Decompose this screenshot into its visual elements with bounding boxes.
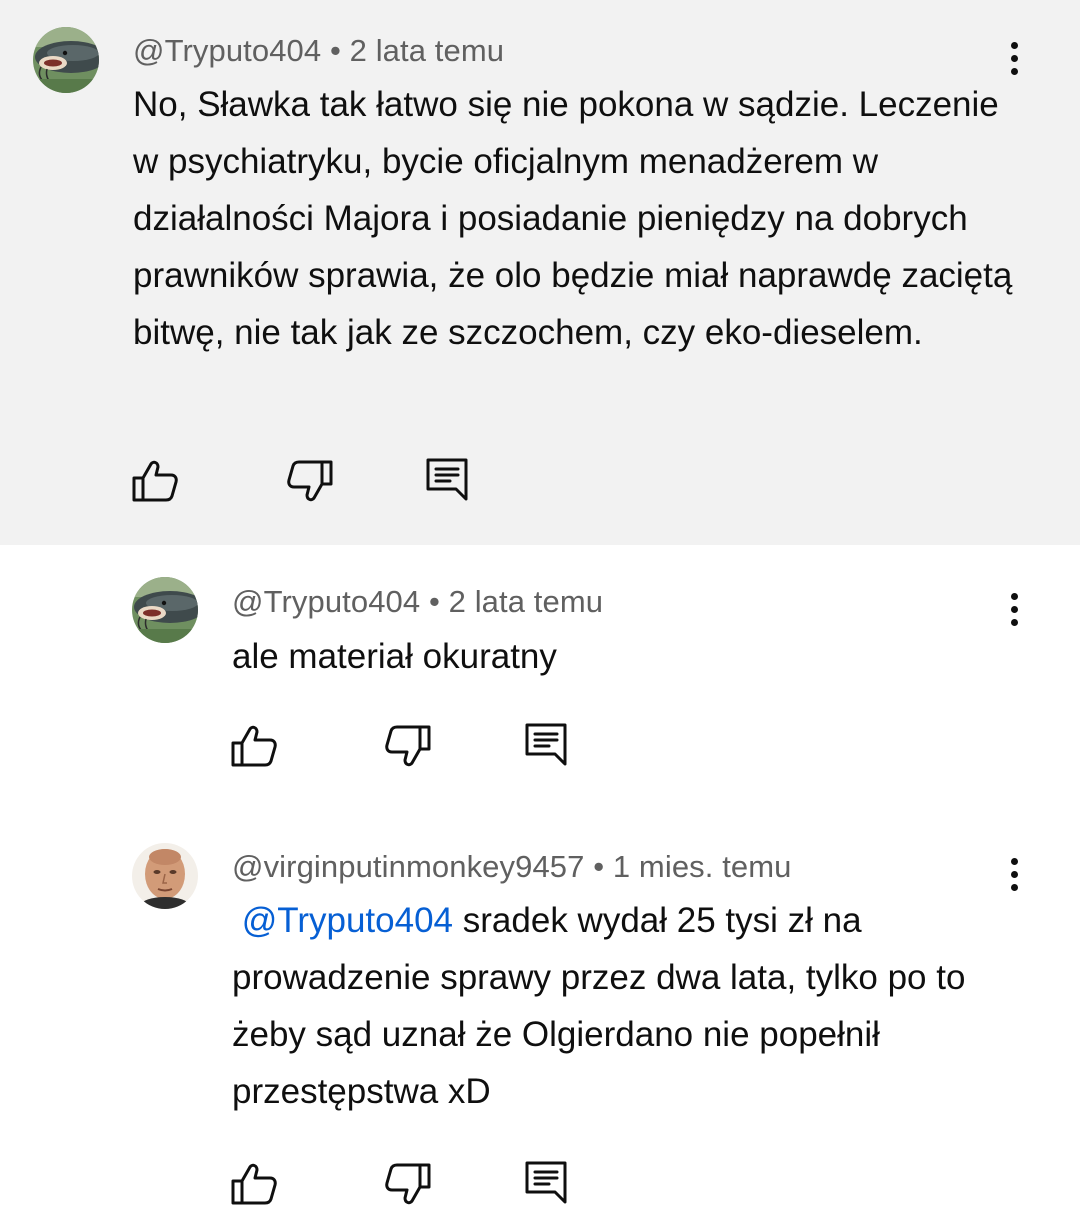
comment-time[interactable]: 2 lata temu (449, 584, 603, 619)
more-vert-icon-dot (1011, 871, 1018, 878)
more-vert-icon-dot (1011, 606, 1018, 613)
more-vert-icon (1011, 858, 1018, 865)
more-vert-icon-dot (1011, 884, 1018, 891)
thumbs-up-icon (131, 457, 179, 505)
dislike-button[interactable] (384, 1160, 432, 1208)
more-vert-icon-dot (1011, 55, 1018, 62)
meta-separator: • (428, 584, 440, 619)
reply-comment-icon (522, 720, 570, 768)
catfish-icon (132, 577, 198, 643)
avatar[interactable] (33, 27, 99, 93)
more-options-button[interactable] (999, 40, 1029, 80)
more-vert-icon-dot (1011, 68, 1018, 75)
comment-reply: @Tryputo404 • 2 lata temu ale materiał o… (0, 545, 1080, 810)
meta-separator: • (593, 849, 605, 884)
more-vert-icon-dot (1011, 619, 1018, 626)
mention-link[interactable]: @Tryputo404 (242, 901, 453, 940)
comment-meta: @Tryputo404 • 2 lata temu (133, 33, 504, 69)
comment-text: No, Sławka tak łatwo się nie pokona w są… (133, 85, 1013, 352)
like-button[interactable] (230, 1160, 278, 1208)
more-options-button[interactable] (999, 856, 1029, 896)
more-vert-icon (1011, 593, 1018, 600)
avatar[interactable] (132, 843, 198, 909)
comment-meta: @virginputinmonkey9457 • 1 mies. temu (232, 849, 792, 885)
comment-author[interactable]: @Tryputo404 (133, 33, 321, 68)
more-options-button[interactable] (999, 591, 1029, 631)
reply-button[interactable] (423, 455, 471, 503)
reply-comment-icon (522, 1158, 570, 1206)
thumbs-up-icon (230, 722, 278, 770)
face-icon (132, 843, 198, 909)
more-vert-icon (1011, 42, 1018, 49)
thumbs-up-icon (230, 1160, 278, 1208)
dislike-button[interactable] (286, 457, 334, 505)
avatar[interactable] (132, 577, 198, 643)
thumbs-down-icon (286, 457, 334, 505)
thumbs-down-icon (384, 1160, 432, 1208)
comment-time[interactable]: 1 mies. temu (613, 849, 792, 884)
comment-author[interactable]: @Tryputo404 (232, 584, 420, 619)
comment-reply: @virginputinmonkey9457 • 1 mies. temu @T… (0, 810, 1080, 1210)
comment-text: ale materiał okuratny (232, 637, 557, 676)
reply-button[interactable] (522, 720, 570, 768)
comment-time[interactable]: 2 lata temu (350, 33, 504, 68)
like-button[interactable] (131, 457, 179, 505)
comment-meta: @Tryputo404 • 2 lata temu (232, 584, 603, 620)
like-button[interactable] (230, 722, 278, 770)
thumbs-down-icon (384, 722, 432, 770)
catfish-icon (33, 27, 99, 93)
comment-author[interactable]: @virginputinmonkey9457 (232, 849, 584, 884)
comment-text: @Tryputo404 sradek wydał 25 tysi zł na p… (232, 892, 1022, 1120)
meta-separator: • (329, 33, 341, 68)
reply-comment-icon (423, 455, 471, 503)
comment-thread-top: @Tryputo404 • 2 lata temu No, Sławka tak… (0, 0, 1080, 545)
dislike-button[interactable] (384, 722, 432, 770)
reply-button[interactable] (522, 1158, 570, 1206)
